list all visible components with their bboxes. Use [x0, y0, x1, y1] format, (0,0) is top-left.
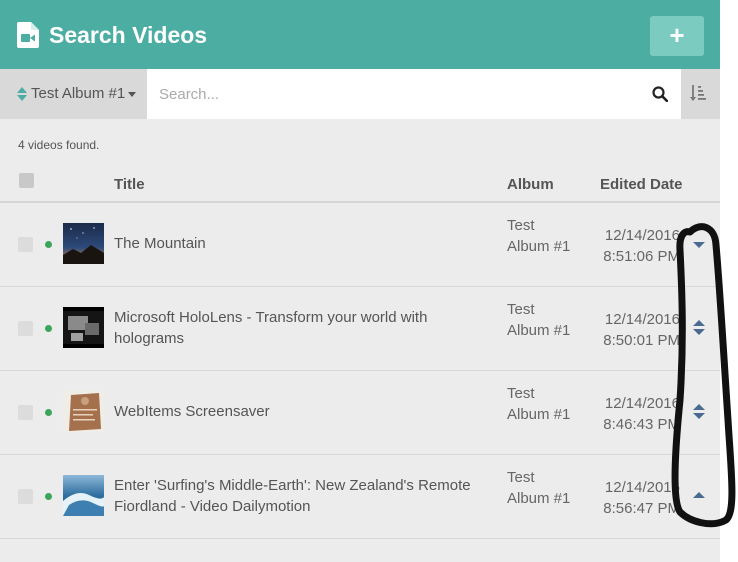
album-dropdown-label: Test Album #1 [31, 85, 126, 102]
status-dot [45, 493, 52, 500]
video-row[interactable]: WebItems Screensaver Test Album #1 12/14… [0, 371, 720, 455]
video-date: 12/14/2016 [604, 227, 680, 244]
video-thumbnail [63, 223, 104, 264]
sort-up-down-icon [17, 87, 27, 101]
video-time: 8:56:47 PM [603, 500, 680, 517]
video-edited-date: 12/14/2016 8:46:43 PM [600, 393, 680, 435]
move-down-icon[interactable] [691, 233, 707, 255]
video-title[interactable]: The Mountain [114, 233, 484, 254]
status-dot [45, 325, 52, 332]
sort-button[interactable] [681, 69, 720, 119]
video-row[interactable]: The Mountain Test Album #1 12/14/2016 8:5… [0, 203, 720, 287]
video-thumbnail [63, 391, 104, 432]
video-time: 8:51:06 PM [603, 248, 680, 265]
video-time: 8:46:43 PM [603, 416, 680, 433]
video-edited-date: 12/14/2016 8:56:47 PM [600, 477, 680, 519]
video-edited-date: 12/14/2016 8:51:06 PM [600, 225, 680, 267]
search-input[interactable] [147, 69, 637, 119]
video-date: 12/14/2016 [604, 395, 680, 412]
video-date: 12/14/2016 [604, 311, 680, 328]
header-bar: Search Videos + [0, 0, 720, 69]
toolbar: Test Album #1 [0, 69, 720, 119]
video-row[interactable]: Microsoft HoloLens - Transform your worl… [0, 287, 720, 371]
status-dot [45, 409, 52, 416]
video-time: 8:50:01 PM [603, 332, 680, 349]
column-header-album[interactable]: Album [507, 176, 554, 193]
video-album: Test Album #1 [507, 301, 571, 339]
video-date: 12/14/2016 [604, 479, 680, 496]
video-file-icon [17, 22, 39, 48]
search-videos-panel: Search Videos + Test Album #1 Search... … [0, 0, 720, 562]
video-thumbnail [63, 475, 104, 516]
video-title[interactable]: WebItems Screensaver [114, 401, 484, 422]
video-album: Test Album #1 [507, 217, 571, 255]
page-title: Search Videos [49, 22, 208, 48]
video-title[interactable]: Microsoft HoloLens - Transform your worl… [114, 307, 484, 349]
status-dot [45, 241, 52, 248]
video-album: Test Album #1 [507, 469, 571, 507]
row-checkbox[interactable] [18, 321, 33, 336]
sort-amount-icon [690, 85, 706, 101]
move-up-icon[interactable] [691, 485, 707, 507]
video-row[interactable]: Enter 'Surfing's Middle-Earth': New Zeal… [0, 455, 720, 539]
row-checkbox[interactable] [18, 489, 33, 504]
column-header-title[interactable]: Title [114, 176, 145, 193]
video-title[interactable]: Enter 'Surfing's Middle-Earth': New Zeal… [114, 475, 484, 517]
select-all-checkbox[interactable] [19, 173, 34, 188]
add-video-button[interactable]: + [650, 16, 704, 56]
chevron-down-icon [128, 92, 136, 97]
search-box [147, 69, 681, 119]
album-dropdown[interactable]: Test Album #1 [0, 69, 147, 119]
video-thumbnail [63, 307, 104, 348]
column-header-edited-date[interactable]: Edited Date [600, 176, 683, 193]
row-checkbox[interactable] [18, 237, 33, 252]
move-up-down-icon[interactable] [691, 401, 707, 423]
video-edited-date: 12/14/2016 8:50:01 PM [600, 309, 680, 351]
plus-icon: + [669, 20, 685, 50]
results-count: 4 videos found. [18, 138, 100, 152]
video-album: Test Album #1 [507, 385, 571, 423]
row-checkbox[interactable] [18, 405, 33, 420]
move-up-down-icon[interactable] [691, 317, 707, 339]
search-icon[interactable] [652, 86, 668, 102]
